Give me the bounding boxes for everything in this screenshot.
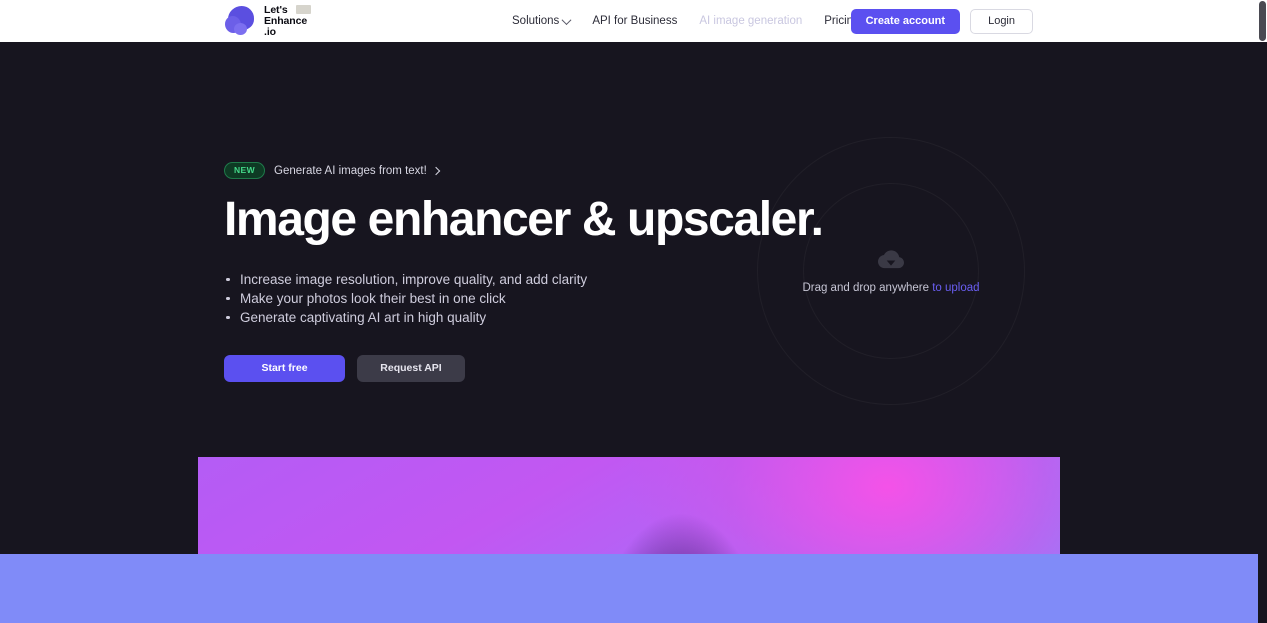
vertical-scrollbar[interactable]	[1258, 0, 1267, 623]
request-api-button[interactable]: Request API	[357, 354, 465, 382]
lets-enhance-logo-mark	[224, 4, 258, 38]
announcement-link[interactable]: Generate AI images from text!	[274, 164, 441, 177]
language-flag-icon	[296, 5, 311, 14]
nav-item-ai-image-generation[interactable]: AI image generation	[699, 15, 802, 27]
create-account-button[interactable]: Create account	[850, 8, 961, 34]
nav-label-api-for-business: API for Business	[592, 15, 678, 27]
brand-wordmark: Let's Enhance .io	[264, 4, 311, 39]
scrollbar-thumb[interactable]	[1259, 1, 1266, 41]
chevron-right-icon	[431, 166, 441, 175]
nav-item-solutions[interactable]: Solutions	[512, 14, 572, 27]
header-actions: Create account Login	[850, 0, 1033, 42]
upload-dropzone[interactable]: Drag and drop anywhere to upload	[757, 137, 1025, 405]
list-item: Generate captivating AI art in high qual…	[224, 308, 744, 327]
bottom-color-band-right	[1060, 554, 1258, 623]
list-item: Increase image resolution, improve quali…	[224, 270, 744, 289]
brand-line-3: .io	[264, 26, 276, 39]
dropzone-text: Drag and drop anywhere to upload	[802, 282, 979, 294]
nav-label-ai-image-generation: AI image generation	[699, 15, 803, 27]
nav-label-solutions: Solutions	[512, 15, 560, 27]
login-button[interactable]: Login	[970, 8, 1033, 34]
chevron-down-icon	[561, 14, 572, 25]
hero-content: NEW Generate AI images from text! Image …	[224, 162, 824, 382]
start-free-button[interactable]: Start free	[224, 354, 345, 382]
site-header: Let's Enhance .io Solutions API for Busi…	[0, 0, 1258, 42]
hero-feature-list: Increase image resolution, improve quali…	[224, 270, 744, 327]
hero-section: NEW Generate AI images from text! Image …	[0, 42, 1258, 457]
status-badge-new: NEW	[224, 162, 266, 179]
main-navigation: Solutions API for Business AI image gene…	[512, 0, 904, 42]
scrollbar-track[interactable]	[1258, 42, 1267, 623]
upload-link[interactable]: to upload	[932, 282, 979, 294]
hero-announcement: NEW Generate AI images from text!	[224, 162, 744, 179]
announcement-label: Generate AI images from text!	[274, 164, 427, 177]
page-viewport: Let's Enhance .io Solutions API for Busi…	[0, 0, 1258, 623]
nav-item-api-for-business[interactable]: API for Business	[592, 15, 677, 27]
list-item: Make your photos look their best in one …	[224, 289, 744, 308]
dropzone-content: Drag and drop anywhere to upload	[757, 137, 1025, 405]
cloud-upload-icon	[878, 250, 904, 269]
hero-cta-row: Start free Request API	[224, 354, 744, 382]
brand-logo[interactable]: Let's Enhance .io	[224, 4, 311, 39]
page-title: Image enhancer & upscaler.	[224, 193, 824, 246]
dropzone-instruction: Drag and drop anywhere	[802, 282, 930, 294]
